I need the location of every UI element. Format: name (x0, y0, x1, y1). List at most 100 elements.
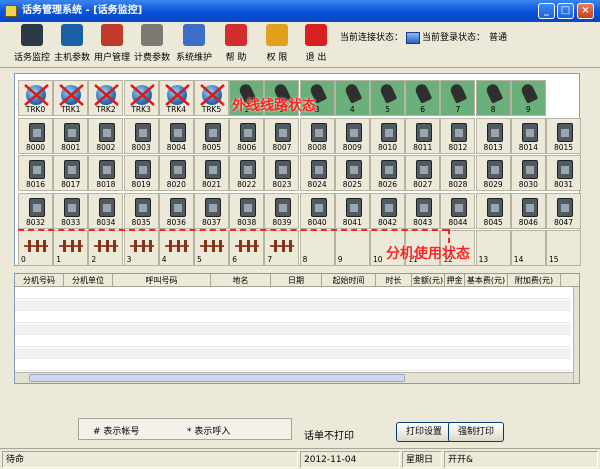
extension-cell[interactable]: 8046 (510, 192, 546, 229)
line-cell[interactable]: 13 (475, 230, 511, 266)
trunk-cell[interactable]: 4 (334, 80, 370, 116)
vertical-scrollbar[interactable] (573, 287, 579, 383)
table-header-cell[interactable]: 押金 (445, 274, 465, 287)
trunk-cell[interactable]: TRK3 (123, 80, 159, 116)
line-cell[interactable]: 3 (123, 230, 159, 266)
extension-cell[interactable]: 8047 (546, 192, 581, 229)
extension-cell[interactable]: 8003 (123, 117, 159, 154)
minimize-button[interactable]: _ (538, 3, 555, 19)
extension-cell[interactable]: 8029 (475, 155, 511, 191)
scrollbar-thumb[interactable] (29, 374, 405, 382)
trunk-cell[interactable]: TRK5 (194, 80, 229, 116)
extension-cell[interactable]: 8044 (440, 192, 476, 229)
extension-cell[interactable]: 8024 (299, 155, 335, 191)
extension-cell[interactable]: 8037 (194, 192, 229, 229)
table-header-cell[interactable]: 地名 (211, 274, 271, 287)
extension-cell[interactable]: 8023 (264, 155, 300, 191)
table-row[interactable] (15, 300, 571, 311)
table-row[interactable] (15, 324, 571, 335)
extension-cell[interactable]: 8005 (194, 117, 229, 154)
extension-cell[interactable]: 8043 (405, 192, 441, 229)
trunk-cell[interactable]: 7 (440, 80, 476, 116)
line-cell[interactable]: 0 (18, 230, 53, 266)
line-cell[interactable]: 2 (88, 230, 124, 266)
extension-cell[interactable]: 8042 (370, 192, 405, 229)
trunk-cell[interactable]: 6 (405, 80, 441, 116)
trunk-cell[interactable]: TRK1 (53, 80, 89, 116)
table-header-cell[interactable]: 呼叫号码 (113, 274, 211, 287)
extension-cell[interactable]: 8032 (18, 192, 53, 229)
table-header-cell[interactable]: 金额(元) (412, 274, 445, 287)
line-cell[interactable]: 14 (510, 230, 546, 266)
table-row[interactable] (15, 348, 571, 359)
extension-cell[interactable]: 8008 (299, 117, 335, 154)
trunk-cell[interactable]: 9 (510, 80, 546, 116)
extension-cell[interactable]: 8038 (229, 192, 265, 229)
extension-cell[interactable]: 8031 (546, 155, 581, 191)
extension-cell[interactable]: 8020 (158, 155, 194, 191)
table-header-cell[interactable]: 附加费(元) (508, 274, 561, 287)
extension-cell[interactable]: 8013 (475, 117, 511, 154)
extension-cell[interactable]: 8015 (546, 117, 581, 154)
extension-cell[interactable]: 8012 (440, 117, 476, 154)
line-cell[interactable]: 9 (334, 230, 370, 266)
line-cell[interactable]: 5 (194, 230, 229, 266)
extension-cell[interactable]: 8009 (334, 117, 370, 154)
force-print-button[interactable]: 强制打印 (448, 422, 504, 442)
table-row[interactable] (15, 360, 571, 371)
extension-cell[interactable]: 8014 (510, 117, 546, 154)
extension-cell[interactable]: 8040 (299, 192, 335, 229)
extension-cell[interactable]: 8000 (18, 117, 53, 154)
table-header-cell[interactable]: 日期 (271, 274, 322, 287)
extension-cell[interactable]: 8016 (18, 155, 53, 191)
extension-cell[interactable]: 8007 (264, 117, 300, 154)
extension-cell[interactable]: 8033 (53, 192, 89, 229)
close-button[interactable]: × (577, 3, 594, 19)
line-cell[interactable]: 15 (546, 230, 581, 266)
extension-cell[interactable]: 8022 (229, 155, 265, 191)
table-row[interactable] (15, 336, 571, 347)
table-row[interactable] (15, 288, 571, 299)
extension-cell[interactable]: 8006 (229, 117, 265, 154)
table-row[interactable] (15, 312, 571, 323)
table-header-cell[interactable]: 分机单位 (64, 274, 113, 287)
extension-cell[interactable]: 8039 (264, 192, 300, 229)
extension-cell[interactable]: 8019 (123, 155, 159, 191)
extension-cell[interactable]: 8026 (370, 155, 405, 191)
extension-cell[interactable]: 8017 (53, 155, 89, 191)
line-cell[interactable]: 8 (299, 230, 335, 266)
line-cell[interactable]: 7 (264, 230, 300, 266)
trunk-cell[interactable]: TRK2 (88, 80, 124, 116)
toolbar-button-7[interactable]: 退 出 (292, 24, 340, 66)
trunk-cell[interactable]: 5 (370, 80, 405, 116)
extension-cell[interactable]: 8036 (158, 192, 194, 229)
extension-cell[interactable]: 8001 (53, 117, 89, 154)
trunk-cell[interactable]: TRK0 (18, 80, 53, 116)
toolbar-button-3[interactable]: 计费参数 (128, 24, 176, 66)
extension-cell[interactable]: 8045 (475, 192, 511, 229)
trunk-cell[interactable]: 8 (475, 80, 511, 116)
line-cell[interactable]: 1 (53, 230, 89, 266)
table-header-cell[interactable]: 时长 (376, 274, 412, 287)
toolbar-button-4[interactable]: 系统维护 (170, 24, 218, 66)
extension-cell[interactable]: 8028 (440, 155, 476, 191)
extension-cell[interactable]: 8011 (405, 117, 441, 154)
extension-cell[interactable]: 8030 (510, 155, 546, 191)
extension-cell[interactable]: 8027 (405, 155, 441, 191)
line-cell[interactable]: 6 (229, 230, 265, 266)
extension-cell[interactable]: 8041 (334, 192, 370, 229)
extension-cell[interactable]: 8021 (194, 155, 229, 191)
table-header-cell[interactable]: 起始时间 (322, 274, 376, 287)
extension-cell[interactable]: 8018 (88, 155, 124, 191)
extension-cell[interactable]: 8034 (88, 192, 124, 229)
horizontal-scrollbar[interactable] (15, 372, 573, 383)
extension-cell[interactable]: 8025 (334, 155, 370, 191)
extension-cell[interactable]: 8010 (370, 117, 405, 154)
extension-cell[interactable]: 8035 (123, 192, 159, 229)
print-settings-button[interactable]: 打印设置 (396, 422, 452, 442)
line-cell[interactable]: 4 (158, 230, 194, 266)
table-header-cell[interactable]: 基本费(元) (465, 274, 508, 287)
table-header-cell[interactable]: 分机号码 (15, 274, 64, 287)
extension-cell[interactable]: 8004 (158, 117, 194, 154)
trunk-cell[interactable]: TRK4 (158, 80, 194, 116)
